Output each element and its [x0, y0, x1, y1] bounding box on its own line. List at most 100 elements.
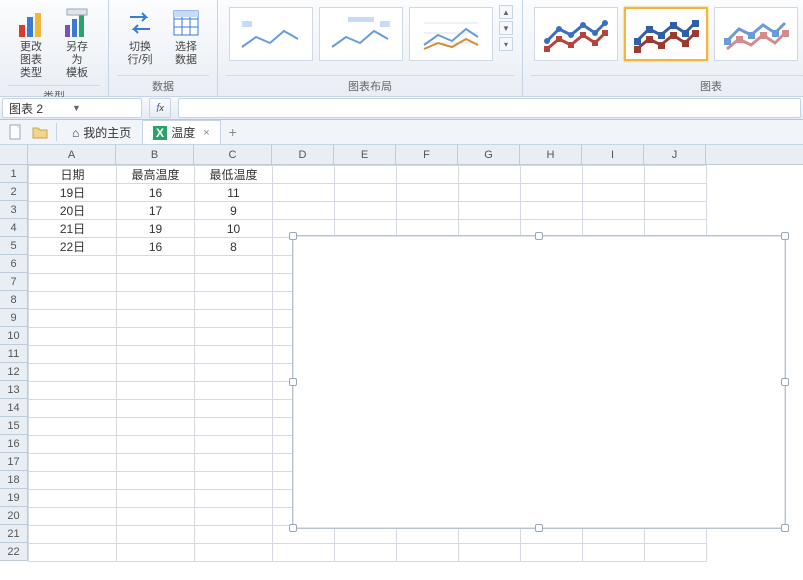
cell[interactable]: [195, 274, 273, 292]
cell[interactable]: [117, 454, 195, 472]
cell[interactable]: 16: [117, 184, 195, 202]
cell[interactable]: [583, 184, 645, 202]
cell[interactable]: 17: [117, 202, 195, 220]
cell[interactable]: [335, 202, 397, 220]
chevron-down-icon[interactable]: ▼: [72, 103, 135, 113]
gallery-down-button[interactable]: ▼: [499, 21, 513, 35]
column-header[interactable]: E: [334, 145, 396, 164]
layout-thumb-3[interactable]: [409, 7, 493, 61]
cell[interactable]: [459, 184, 521, 202]
cell[interactable]: [583, 202, 645, 220]
cell[interactable]: [195, 454, 273, 472]
row-header[interactable]: 15: [0, 417, 27, 435]
fx-button[interactable]: fx: [149, 98, 171, 118]
cell[interactable]: [195, 436, 273, 454]
layout-thumb-1[interactable]: [229, 7, 313, 61]
cell[interactable]: 11: [195, 184, 273, 202]
resize-handle[interactable]: [781, 524, 789, 532]
cell[interactable]: [273, 184, 335, 202]
column-header[interactable]: H: [520, 145, 582, 164]
cell[interactable]: [195, 328, 273, 346]
cell[interactable]: 10: [195, 220, 273, 238]
cell[interactable]: [273, 202, 335, 220]
cell[interactable]: [521, 166, 583, 184]
column-header[interactable]: D: [272, 145, 334, 164]
select-all-corner[interactable]: [0, 145, 28, 165]
cell[interactable]: [459, 544, 521, 562]
cell[interactable]: [29, 400, 117, 418]
cell[interactable]: [117, 292, 195, 310]
row-header[interactable]: 14: [0, 399, 27, 417]
cell[interactable]: [335, 184, 397, 202]
cell[interactable]: [397, 202, 459, 220]
switch-row-col-button[interactable]: 切换行/列: [117, 4, 163, 70]
new-doc-icon[interactable]: [7, 123, 25, 141]
cell[interactable]: [29, 256, 117, 274]
row-header[interactable]: 4: [0, 219, 27, 237]
cell[interactable]: [521, 544, 583, 562]
row-header[interactable]: 7: [0, 273, 27, 291]
cell[interactable]: [195, 490, 273, 508]
row-header[interactable]: 8: [0, 291, 27, 309]
cell[interactable]: [397, 166, 459, 184]
cell[interactable]: [195, 346, 273, 364]
cell[interactable]: 19日: [29, 184, 117, 202]
cell[interactable]: [521, 184, 583, 202]
name-box[interactable]: 图表 2 ▼: [2, 98, 142, 118]
cell[interactable]: [117, 310, 195, 328]
cell[interactable]: 最低温度: [195, 166, 273, 184]
cell[interactable]: [521, 202, 583, 220]
cell[interactable]: [117, 328, 195, 346]
cell[interactable]: [29, 364, 117, 382]
tab-home[interactable]: ⌂ 我的主页: [61, 120, 142, 144]
style-thumb-3[interactable]: [714, 7, 798, 61]
cell[interactable]: [645, 544, 707, 562]
cell[interactable]: [273, 544, 335, 562]
cell[interactable]: [29, 508, 117, 526]
row-header[interactable]: 5: [0, 237, 27, 255]
cell[interactable]: 日期: [29, 166, 117, 184]
cell[interactable]: [29, 382, 117, 400]
cell[interactable]: 20日: [29, 202, 117, 220]
column-header[interactable]: I: [582, 145, 644, 164]
cell[interactable]: [117, 382, 195, 400]
column-header[interactable]: J: [644, 145, 706, 164]
cell[interactable]: 最高温度: [117, 166, 195, 184]
close-icon[interactable]: ×: [203, 127, 209, 139]
cell[interactable]: [117, 256, 195, 274]
cell[interactable]: [29, 274, 117, 292]
cell[interactable]: 16: [117, 238, 195, 256]
cell[interactable]: 21日: [29, 220, 117, 238]
style-thumb-1[interactable]: [534, 7, 618, 61]
cell[interactable]: [397, 544, 459, 562]
cell[interactable]: [117, 472, 195, 490]
cell[interactable]: [29, 454, 117, 472]
column-header[interactable]: F: [396, 145, 458, 164]
row-header[interactable]: 2: [0, 183, 27, 201]
column-header[interactable]: A: [28, 145, 116, 164]
tab-sheet[interactable]: X 温度 ×: [142, 120, 220, 144]
cell[interactable]: [195, 508, 273, 526]
resize-handle[interactable]: [781, 232, 789, 240]
cell[interactable]: [335, 166, 397, 184]
cell[interactable]: [29, 544, 117, 562]
cell[interactable]: [29, 346, 117, 364]
row-header[interactable]: 18: [0, 471, 27, 489]
cell[interactable]: [195, 310, 273, 328]
cell[interactable]: [583, 544, 645, 562]
row-header[interactable]: 6: [0, 255, 27, 273]
cell[interactable]: [117, 436, 195, 454]
select-data-button[interactable]: 选择数据: [163, 4, 209, 70]
cell[interactable]: [195, 418, 273, 436]
resize-handle[interactable]: [289, 378, 297, 386]
cell[interactable]: [117, 418, 195, 436]
add-tab-icon[interactable]: +: [224, 123, 242, 141]
column-header[interactable]: B: [116, 145, 194, 164]
resize-handle[interactable]: [535, 524, 543, 532]
column-header[interactable]: G: [458, 145, 520, 164]
gallery-up-button[interactable]: ▲: [499, 5, 513, 19]
cell[interactable]: [195, 256, 273, 274]
cell[interactable]: [29, 418, 117, 436]
cell[interactable]: [117, 274, 195, 292]
resize-handle[interactable]: [289, 232, 297, 240]
